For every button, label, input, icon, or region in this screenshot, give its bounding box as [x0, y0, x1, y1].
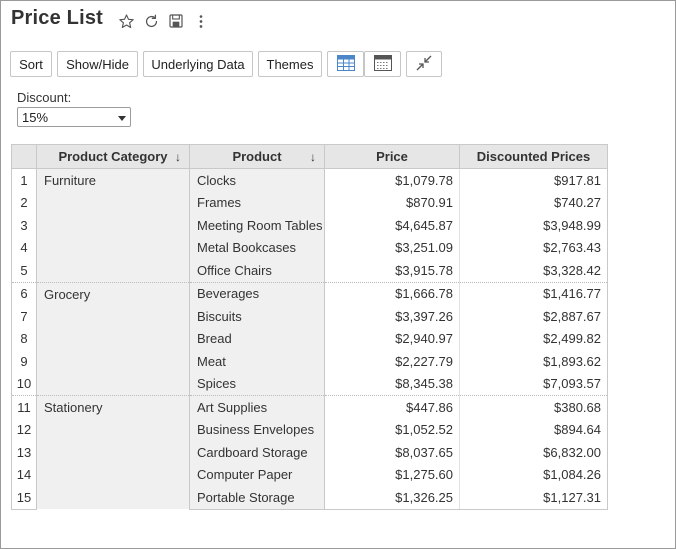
discounted-price-cell: $7,093.57 [459, 372, 608, 396]
category-cell: Grocery [36, 281, 190, 396]
row-number: 3 [11, 214, 37, 237]
header-product-category[interactable]: Product Category ↓ [36, 144, 190, 169]
product-cell: Meeting Room Tables [189, 214, 325, 237]
product-cell: Meat [189, 350, 325, 373]
discounted-price-cell: $6,832.00 [459, 441, 608, 464]
report-frame: Price List Sort Show/Hide Underlying Dat… [0, 0, 676, 549]
price-cell: $1,326.25 [324, 486, 460, 510]
product-cell: Art Supplies [189, 395, 325, 419]
price-cell: $2,940.97 [324, 327, 460, 350]
product-cell: Beverages [189, 281, 325, 305]
show-hide-button[interactable]: Show/Hide [57, 51, 138, 77]
table-row: 1 Furniture Clocks $1,079.78 $917.81 [11, 168, 608, 282]
row-number: 2 [11, 191, 37, 214]
price-cell: $2,227.79 [324, 350, 460, 373]
page-title: Price List [11, 7, 104, 29]
header-discounted-prices[interactable]: Discounted Prices [459, 144, 608, 169]
discounted-price-cell: $380.68 [459, 395, 608, 419]
product-cell: Portable Storage [189, 486, 325, 510]
discount-value: 15% [22, 109, 49, 125]
sort-arrow-icon[interactable]: ↓ [310, 151, 316, 163]
row-number: 11 [11, 395, 37, 419]
price-cell: $1,275.60 [324, 463, 460, 486]
price-cell: $3,397.26 [324, 305, 460, 328]
price-table: Product Category ↓ Product ↓ Price Disco… [11, 144, 608, 510]
collapse-button[interactable] [406, 51, 442, 77]
product-cell: Spices [189, 372, 325, 396]
discounted-price-cell: $740.27 [459, 191, 608, 214]
price-cell: $4,645.87 [324, 214, 460, 237]
discount-label: Discount: [17, 90, 72, 105]
discounted-price-cell: $3,328.42 [459, 259, 608, 282]
product-cell: Clocks [189, 168, 325, 192]
product-cell: Metal Bookcases [189, 236, 325, 259]
product-cell: Business Envelopes [189, 418, 325, 441]
discounted-price-cell: $917.81 [459, 168, 608, 192]
row-number: 14 [11, 463, 37, 486]
more-options-icon[interactable] [192, 12, 210, 30]
summary-view-icon [373, 54, 392, 74]
row-number: 1 [11, 168, 37, 192]
save-icon[interactable] [167, 12, 185, 30]
sort-button[interactable]: Sort [10, 51, 52, 77]
summary-view-button[interactable] [364, 51, 401, 77]
price-cell: $3,251.09 [324, 236, 460, 259]
star-icon[interactable] [117, 12, 135, 30]
header-price[interactable]: Price [324, 144, 460, 169]
price-cell: $1,052.52 [324, 418, 460, 441]
price-cell: $870.91 [324, 191, 460, 214]
category-cell: Furniture [36, 168, 190, 282]
row-number: 9 [11, 350, 37, 373]
table-body: 1 Furniture Clocks $1,079.78 $917.81 2 Frames $… [11, 168, 608, 510]
discounted-price-cell: $1,084.26 [459, 463, 608, 486]
discounted-price-cell: $1,893.62 [459, 350, 608, 373]
title-actions [117, 12, 210, 30]
row-number: 8 [11, 327, 37, 350]
collapse-icon [416, 55, 432, 74]
header-product[interactable]: Product ↓ [189, 144, 325, 169]
discounted-price-cell: $2,763.43 [459, 236, 608, 259]
price-cell: $3,915.78 [324, 259, 460, 282]
table-view-icon [336, 54, 355, 74]
price-cell: $8,037.65 [324, 441, 460, 464]
price-cell: $1,079.78 [324, 168, 460, 192]
table-row: 6 Grocery Beverages $1,666.78 $1,416.77 [11, 281, 608, 396]
header-row: Product Category ↓ Product ↓ Price Disco… [11, 144, 608, 169]
discounted-price-cell: $1,416.77 [459, 281, 608, 305]
product-cell: Cardboard Storage [189, 441, 325, 464]
row-number: 10 [11, 372, 37, 396]
discounted-price-cell: $2,887.67 [459, 305, 608, 328]
underlying-data-button[interactable]: Underlying Data [143, 51, 253, 77]
discount-select[interactable]: 15% [17, 107, 131, 127]
row-number: 13 [11, 441, 37, 464]
chevron-down-icon [118, 116, 126, 121]
product-cell: Frames [189, 191, 325, 214]
product-cell: Office Chairs [189, 259, 325, 282]
product-cell: Biscuits [189, 305, 325, 328]
refresh-icon[interactable] [142, 12, 160, 30]
row-number: 6 [11, 281, 37, 305]
price-cell: $8,345.38 [324, 372, 460, 396]
discounted-price-cell: $2,499.82 [459, 327, 608, 350]
price-cell: $1,666.78 [324, 281, 460, 305]
sort-arrow-icon[interactable]: ↓ [175, 151, 181, 163]
row-number: 12 [11, 418, 37, 441]
row-number-header [11, 144, 37, 169]
product-cell: Bread [189, 327, 325, 350]
product-cell: Computer Paper [189, 463, 325, 486]
discounted-price-cell: $894.64 [459, 418, 608, 441]
category-cell: Stationery [36, 395, 190, 509]
row-number: 4 [11, 236, 37, 259]
row-number: 7 [11, 305, 37, 328]
table-view-button[interactable] [327, 51, 364, 77]
row-number: 15 [11, 486, 37, 510]
table-row: 11 Stationery Art Supplies $447.86 $380.68 [11, 395, 608, 509]
discounted-price-cell: $3,948.99 [459, 214, 608, 237]
discounted-price-cell: $1,127.31 [459, 486, 608, 510]
themes-button[interactable]: Themes [258, 51, 322, 77]
row-number: 5 [11, 259, 37, 282]
price-cell: $447.86 [324, 395, 460, 419]
